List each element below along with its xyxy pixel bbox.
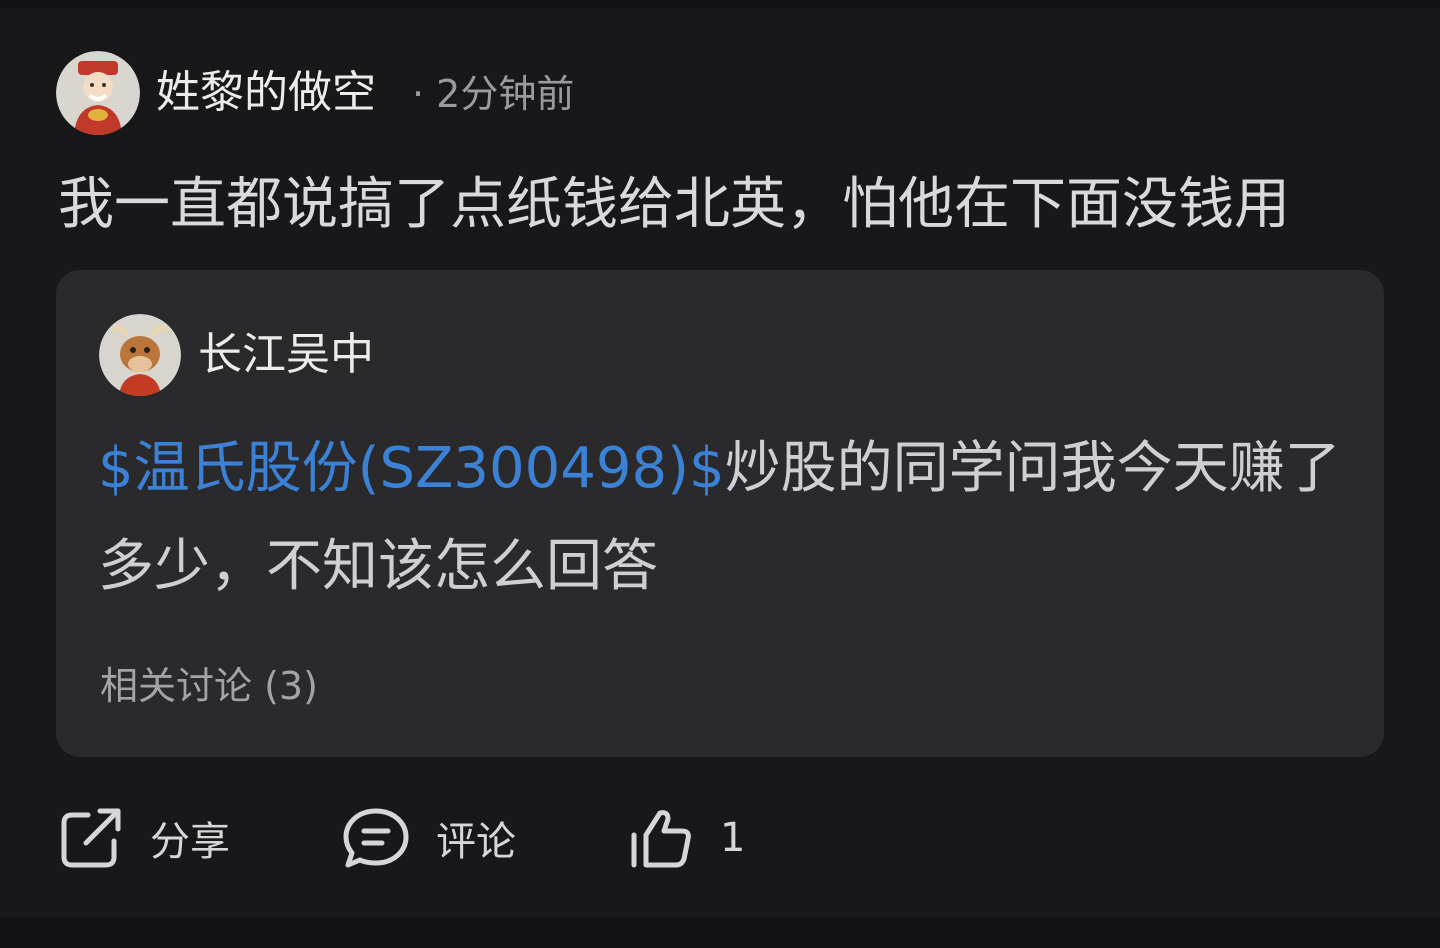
quoted-author-avatar[interactable] bbox=[99, 314, 181, 396]
author-avatar[interactable] bbox=[56, 51, 140, 135]
top-divider bbox=[0, 0, 1440, 8]
bottom-divider bbox=[0, 918, 1440, 948]
quoted-post-text: $温氏股份(SZ300498)$炒股的同学问我今天赚了多少，不知该怎么回答 bbox=[98, 420, 1348, 616]
post-text: 我一直都说搞了点纸钱给北英，怕他在下面没钱用 bbox=[58, 172, 1290, 237]
share-button[interactable]: 分享 bbox=[58, 800, 230, 876]
comment-icon bbox=[342, 805, 410, 871]
thumbs-up-icon bbox=[626, 805, 694, 871]
post-timestamp: · 2分钟前 bbox=[412, 72, 575, 116]
comment-label: 评论 bbox=[436, 819, 516, 865]
share-icon bbox=[58, 805, 124, 871]
related-discussions-link[interactable]: 相关讨论 (3) bbox=[100, 660, 318, 712]
comment-button[interactable]: 评论 bbox=[342, 800, 516, 876]
share-label: 分享 bbox=[150, 819, 230, 865]
like-button[interactable]: 1 bbox=[626, 800, 745, 876]
quoted-author-name[interactable]: 长江吴中 bbox=[198, 326, 374, 384]
like-count: 1 bbox=[720, 815, 746, 861]
stock-link[interactable]: $温氏股份(SZ300498)$ bbox=[98, 436, 725, 501]
author-name[interactable]: 姓黎的做空 bbox=[156, 64, 376, 122]
